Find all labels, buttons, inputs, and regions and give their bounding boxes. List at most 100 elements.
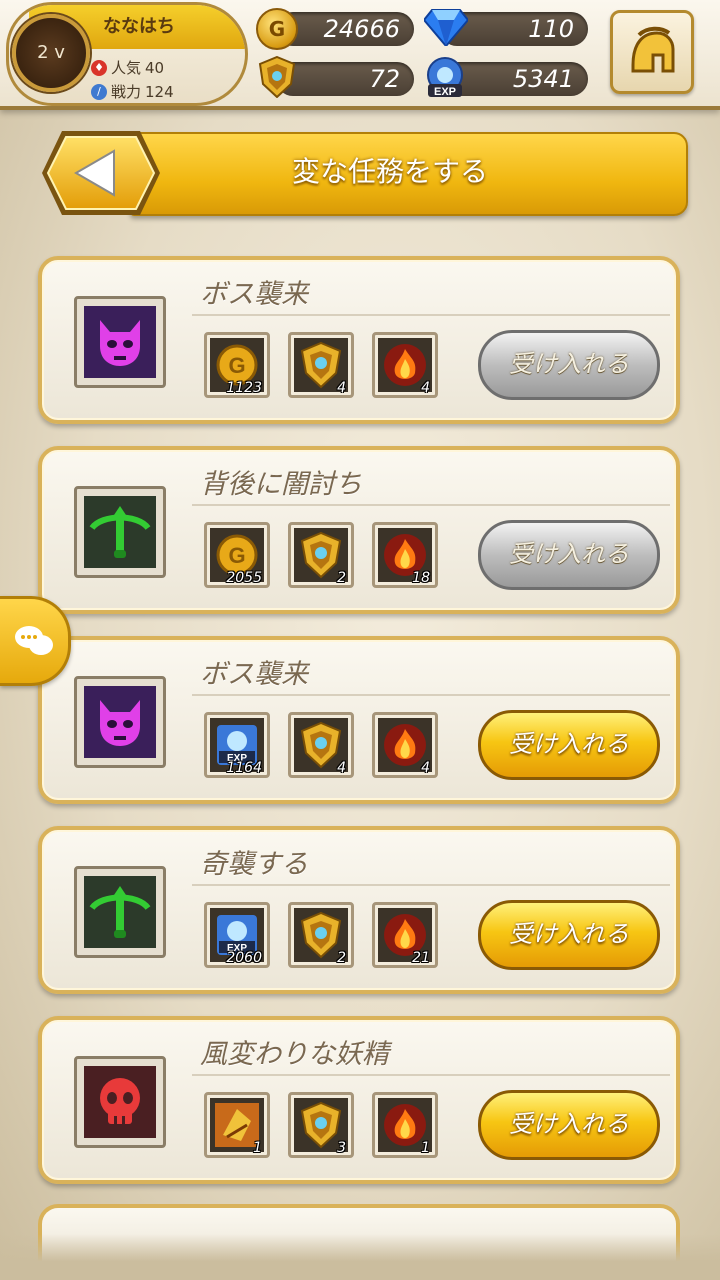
accept-mission-button[interactable]: 受け入れる [478, 330, 660, 400]
scroll-reward-icon: 1 [210, 1098, 264, 1156]
popularity-stat: ♦ 人気 40 [91, 57, 164, 78]
accept-mission-button[interactable]: 受け入れる [478, 520, 660, 590]
reward-slot[interactable]: 2 [288, 902, 354, 968]
accept-mission-button[interactable]: 受け入れる [478, 900, 660, 970]
power-stat: / 戦力 124 [91, 81, 174, 102]
mission-card: ボス襲来 G 1123 4 4 受け入れる [38, 256, 680, 424]
mission-title: 風変わりな妖精 [200, 1039, 389, 1070]
reward-quantity: 1 [421, 1140, 430, 1156]
mission-title: 奇襲する [200, 849, 308, 880]
reward-slot[interactable]: 4 [288, 712, 354, 778]
blue-gem-icon [424, 9, 468, 46]
exp-orb-icon: EXP [427, 57, 463, 98]
top-status-bar: ななはち ♦ 人気 40 / 戦力 124 2 v 24666 G 110 72… [0, 0, 720, 110]
title-divider [192, 504, 670, 506]
mission-title: 背後に闇討ち [200, 469, 362, 500]
popularity-flame-icon: ♦ [91, 59, 107, 76]
shield-reward-icon: 2 [294, 908, 348, 966]
purple-demon-skull-icon [81, 683, 159, 761]
fire-reward-icon: 21 [378, 908, 432, 966]
reward-slot[interactable]: 4 [372, 712, 438, 778]
reward-quantity: 2060 [226, 950, 262, 966]
reward-slot[interactable]: EXP 2060 [204, 902, 270, 968]
reward-slot[interactable]: G 1123 [204, 332, 270, 398]
title-divider [192, 1074, 670, 1076]
reward-slot[interactable]: 3 [288, 1092, 354, 1158]
green-crossbow-icon [81, 873, 159, 951]
fire-reward-icon: 1 [378, 1098, 432, 1156]
shield-counter: 72 [276, 62, 414, 96]
accept-mission-button[interactable]: 受け入れる [478, 710, 660, 780]
exp-icon-label: EXP [434, 86, 456, 98]
purple-demon-skull-icon [81, 303, 159, 381]
fire-reward-icon: 4 [378, 718, 432, 776]
mission-title: ボス襲来 [200, 279, 308, 310]
screen-title: 変な任務をする [291, 155, 488, 188]
reward-quantity: 2055 [226, 570, 262, 586]
green-crossbow-icon [81, 493, 159, 571]
shield-reward-icon: 3 [294, 1098, 348, 1156]
mission-card: ボス襲来 EXP 1164 4 4 受け入れる [38, 636, 680, 804]
gold-reward-icon: G 1123 [210, 338, 264, 396]
reward-slot[interactable]: EXP 1164 [204, 712, 270, 778]
svg-text:G: G [228, 543, 245, 568]
title-divider [192, 314, 670, 316]
bottom-fade [0, 1234, 720, 1280]
mission-title: ボス襲来 [200, 659, 308, 690]
title-divider [192, 884, 670, 886]
reward-slot[interactable]: 2 [288, 522, 354, 588]
reward-quantity: 1 [253, 1140, 262, 1156]
mission-card: 奇襲する EXP 2060 2 21 受け入れる [38, 826, 680, 994]
helmet-menu-button[interactable] [610, 10, 694, 94]
popularity-label: 人気 [111, 59, 142, 77]
chat-bubbles-icon [15, 626, 53, 655]
mission-icon [74, 296, 166, 388]
mission-card: 背後に闇討ち G 2055 2 18 受け入れる [38, 446, 680, 614]
reward-slot[interactable]: 21 [372, 902, 438, 968]
shield-reward-icon: 4 [294, 718, 348, 776]
fire-reward-icon: 18 [378, 528, 432, 586]
power-sword-icon: / [91, 83, 107, 100]
back-button[interactable] [38, 127, 164, 219]
svg-text:G: G [228, 353, 245, 378]
fire-reward-icon: 4 [378, 338, 432, 396]
reward-quantity: 18 [412, 570, 430, 586]
mission-icon [74, 486, 166, 578]
exp-reward-icon: EXP 1164 [210, 718, 264, 776]
reward-slot[interactable]: G 2055 [204, 522, 270, 588]
reward-quantity: 2 [337, 570, 346, 586]
reward-slot[interactable]: 4 [288, 332, 354, 398]
player-level-badge: 2 v [12, 14, 90, 92]
reward-quantity: 4 [337, 760, 346, 776]
reward-quantity: 1164 [226, 760, 262, 776]
mission-icon [74, 1056, 166, 1148]
title-divider [192, 694, 670, 696]
gold-reward-icon: G 2055 [210, 528, 264, 586]
red-skull-icon [81, 1063, 159, 1141]
gold-shield-icon [258, 56, 296, 98]
reward-slot[interactable]: 1 [204, 1092, 270, 1158]
mission-icon [74, 866, 166, 958]
reward-quantity: 4 [421, 380, 430, 396]
reward-slot[interactable]: 1 [372, 1092, 438, 1158]
power-label: 戦力 [111, 83, 142, 101]
reward-quantity: 2 [337, 950, 346, 966]
reward-quantity: 4 [421, 760, 430, 776]
shield-reward-icon: 4 [294, 338, 348, 396]
spartan-helmet-icon [631, 26, 675, 73]
reward-quantity: 1123 [226, 380, 262, 396]
mission-icon [74, 676, 166, 768]
gold-coin-icon: G [256, 8, 298, 50]
mission-card: 風変わりな妖精 1 3 1 受け入れる [38, 1016, 680, 1184]
reward-slot[interactable]: 18 [372, 522, 438, 588]
exp-reward-icon: EXP 2060 [210, 908, 264, 966]
chat-side-tab[interactable] [0, 596, 71, 686]
power-value: 124 [145, 82, 174, 101]
reward-quantity: 21 [412, 950, 430, 966]
reward-slot[interactable]: 4 [372, 332, 438, 398]
shield-reward-icon: 2 [294, 528, 348, 586]
accept-mission-button[interactable]: 受け入れる [478, 1090, 660, 1160]
reward-quantity: 3 [337, 1140, 346, 1156]
reward-quantity: 4 [337, 380, 346, 396]
popularity-value: 40 [145, 58, 165, 77]
